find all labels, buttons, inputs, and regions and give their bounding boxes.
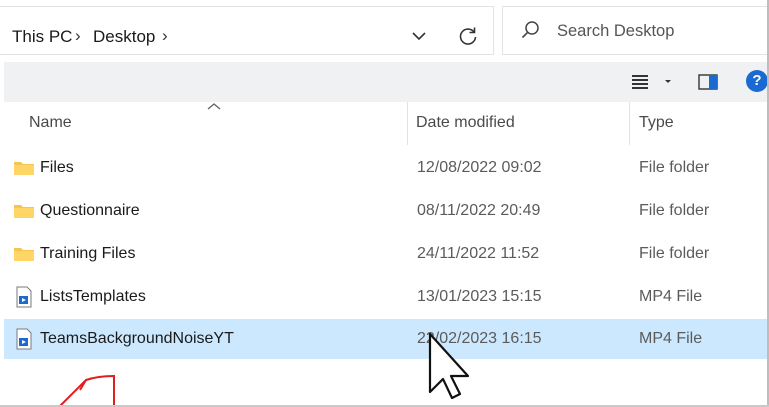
help-icon[interactable]: ? <box>746 70 768 92</box>
list-item[interactable]: Files 12/08/2022 09:02 File folder <box>4 148 767 188</box>
file-date: 08/11/2022 20:49 <box>417 202 541 219</box>
sort-ascending-icon <box>207 103 221 110</box>
chevron-down-icon[interactable] <box>408 25 430 47</box>
file-type: File folder <box>639 159 710 176</box>
list-item[interactable]: Questionnaire 08/11/2022 20:49 File fold… <box>4 191 767 231</box>
file-name: ListsTemplates <box>40 288 146 305</box>
file-date: 12/08/2022 09:02 <box>417 159 542 176</box>
breadcrumb-separator[interactable]: › <box>75 26 81 46</box>
search-box[interactable]: Search Desktop <box>502 6 767 55</box>
file-name: Training Files <box>40 245 136 262</box>
breadcrumb-separator[interactable]: › <box>162 26 168 46</box>
column-header-type[interactable]: Type <box>639 114 674 132</box>
mouse-pointer-icon <box>428 332 470 400</box>
details-view-icon[interactable] <box>632 73 676 91</box>
preview-pane-icon[interactable] <box>698 73 720 91</box>
video-file-icon <box>16 286 32 308</box>
column-header-name[interactable]: Name <box>29 114 72 132</box>
address-bar[interactable]: This PC › Desktop › <box>0 6 494 55</box>
file-date: 24/11/2022 11:52 <box>417 245 540 262</box>
folder-icon <box>14 162 34 175</box>
column-divider[interactable] <box>407 102 408 145</box>
address-row: This PC › Desktop › Search Desktop <box>0 0 767 62</box>
breadcrumb-desktop[interactable]: Desktop <box>93 27 155 47</box>
video-file-icon <box>16 328 32 350</box>
file-name: TeamsBackgroundNoiseYT <box>40 330 234 347</box>
folder-icon <box>14 248 34 261</box>
annotation-arrow-icon <box>59 374 115 407</box>
list-item-selected[interactable]: TeamsBackgroundNoiseYT 22/02/2023 16:15 … <box>4 319 767 359</box>
column-divider[interactable] <box>629 102 630 145</box>
list-item[interactable]: ListsTemplates 13/01/2023 15:15 MP4 File <box>4 277 767 317</box>
file-type: File folder <box>639 202 710 219</box>
file-name: Questionnaire <box>40 202 140 219</box>
file-date: 13/01/2023 15:15 <box>417 288 542 305</box>
folder-icon <box>14 205 34 218</box>
list-item[interactable]: Training Files 24/11/2022 11:52 File fol… <box>4 234 767 274</box>
search-icon <box>521 21 539 39</box>
breadcrumb-this-pc[interactable]: This PC <box>12 27 72 47</box>
search-input[interactable]: Search Desktop <box>557 22 674 41</box>
file-type: MP4 File <box>639 330 703 347</box>
file-type: MP4 File <box>639 288 703 305</box>
file-type: File folder <box>639 245 710 262</box>
column-header-date-modified[interactable]: Date modified <box>416 114 515 132</box>
file-name: Files <box>40 159 74 176</box>
refresh-icon[interactable] <box>455 23 481 49</box>
command-bar: ? <box>4 62 768 102</box>
